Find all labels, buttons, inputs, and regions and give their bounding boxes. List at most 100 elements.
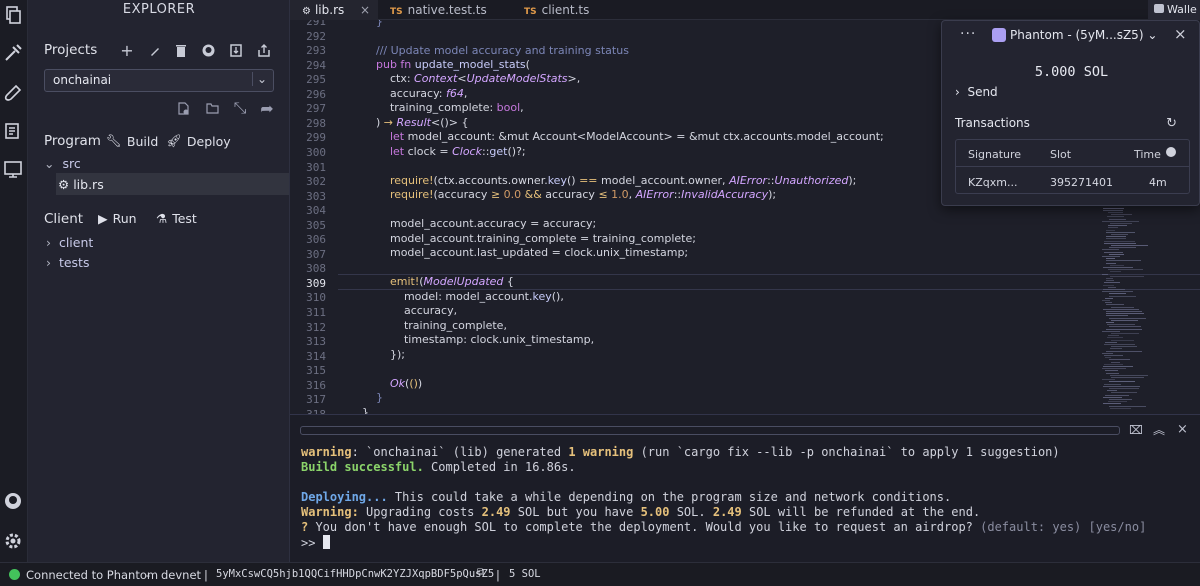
chevron-right-icon: › <box>955 85 960 99</box>
project-select[interactable]: onchainai ⌄ <box>44 69 274 92</box>
tree-folder-tests[interactable]: › tests <box>46 255 89 270</box>
tab-label: native.test.ts <box>407 3 487 17</box>
tree-folder-src[interactable]: ⌄ src <box>44 156 81 171</box>
network-label[interactable]: devnet <box>161 568 201 582</box>
line-number: 311 <box>306 306 326 319</box>
info-label: Deploying... <box>301 490 388 504</box>
deploy-button[interactable]: 🚀︎ Deploy <box>166 133 231 149</box>
code-line: timestamp: clock.unix_timestamp, <box>362 333 595 346</box>
tools-icon[interactable] <box>2 42 24 64</box>
tree-file-lib-rs[interactable]: ⚙ lib.rs <box>58 177 104 192</box>
minimap[interactable] <box>1098 190 1148 412</box>
code-line: let model_account: &mut Account<ModelAcc… <box>389 130 884 143</box>
chevron-right-icon: › <box>46 255 51 270</box>
terminal-hint: (default: yes) [yes/no] <box>980 520 1147 534</box>
code-line: } <box>376 20 383 28</box>
minimap-line <box>1111 346 1137 348</box>
delete-icon[interactable] <box>174 43 188 57</box>
line-number: 294 <box>306 58 326 72</box>
warning-label: warning <box>301 445 352 459</box>
minimap-line <box>1106 311 1142 312</box>
minimap-line <box>1110 374 1148 376</box>
tutorials-icon[interactable] <box>2 120 24 142</box>
close-icon[interactable]: × <box>360 3 370 17</box>
terminal-panel[interactable]: ⌧ ︽ × warning: `onchainai` (lib) generat… <box>290 414 1200 562</box>
minimap-line <box>1102 291 1133 293</box>
minimap-line <box>1109 218 1126 220</box>
line-number: 300 <box>306 145 326 159</box>
minimap-line <box>1103 289 1125 290</box>
tab-client-ts[interactable]: TS client.ts <box>512 0 632 20</box>
build-label: Build <box>126 133 159 149</box>
run-button[interactable]: ▶ Run <box>98 211 137 226</box>
tab-lib-rs[interactable]: ⚙ lib.rs × <box>290 0 378 20</box>
minimap-line <box>1104 282 1120 284</box>
terminal-text: : `onchainai` (lib) generated <box>351 445 569 459</box>
external-link-icon[interactable]: ⧉ <box>477 567 484 578</box>
refresh-icon[interactable]: ↻ <box>1166 116 1177 131</box>
minimap-line <box>1107 216 1124 218</box>
wallet-address[interactable]: 5yMxCswCQ5hjb1QQCifHHDpCnwK2YZJXqpBDF5pQ… <box>216 568 494 580</box>
code-line: training_complete, <box>362 319 507 332</box>
transactions-table: Signature Slot Time KZqxm... 395271401 4… <box>955 139 1190 194</box>
build-button[interactable]: 🔧︎ Build <box>106 133 158 149</box>
terminal-input-bar[interactable] <box>300 426 1120 435</box>
terminal-line: Warning: Upgrading costs 2.49 SOL but yo… <box>301 505 980 519</box>
settings-gear-icon[interactable] <box>2 530 24 552</box>
minimap-line <box>1108 227 1118 229</box>
terminal-text: Upgrading costs <box>358 505 482 519</box>
minimap-line <box>1108 225 1127 227</box>
collapse-icon[interactable]: ⤡ <box>233 98 247 117</box>
import-icon[interactable] <box>229 43 243 57</box>
minimap-line <box>1105 370 1118 372</box>
minimap-line <box>1106 372 1119 374</box>
flask-icon: ⚗ <box>156 211 168 226</box>
minimap-line <box>1104 344 1135 345</box>
account-selector[interactable]: Phantom - (5yM...sZ5) ⌄ <box>1010 28 1157 42</box>
column-header: Slot <box>1050 148 1072 161</box>
tx-slot: 395271401 <box>1050 176 1113 189</box>
minimap-line <box>1102 352 1113 354</box>
terminal-icon[interactable] <box>2 158 24 180</box>
new-file-icon[interactable] <box>177 101 191 115</box>
terminal-line: ? You don't have enough SOL to complete … <box>301 520 1146 534</box>
add-icon[interactable]: + <box>120 41 134 60</box>
maximize-icon[interactable]: ︽ <box>1153 421 1165 438</box>
minimap-line <box>1110 271 1121 273</box>
test-button[interactable]: ⚗ Test <box>156 211 197 226</box>
terminal-prompt-line[interactable]: >> <box>301 535 330 550</box>
clear-terminal-icon[interactable]: ⌧ <box>1129 423 1143 437</box>
terminal-line: warning: `onchainai` (lib) generated 1 w… <box>301 445 1060 459</box>
connection-status[interactable]: Connected to Phantom <box>26 568 158 582</box>
minimap-line <box>1109 399 1132 400</box>
files-icon[interactable] <box>2 4 24 26</box>
github-import-icon[interactable] <box>201 43 215 57</box>
send-label: Send <box>967 85 998 99</box>
wallet-button[interactable]: Walle <box>1148 0 1200 20</box>
export-icon[interactable] <box>257 43 271 57</box>
new-folder-icon[interactable] <box>205 101 219 115</box>
tab-native-test-ts[interactable]: TS native.test.ts <box>378 0 508 20</box>
explorer-title: EXPLORER <box>122 2 196 17</box>
line-number: 313 <box>306 335 326 349</box>
tree-folder-client[interactable]: › client <box>46 235 93 250</box>
share-icon[interactable]: ➦ <box>260 99 274 118</box>
minimap-line <box>1105 394 1129 396</box>
terminal-line: Build successful. Completed in 16.86s. <box>301 460 576 474</box>
tx-signature-link[interactable]: KZqxm... <box>968 176 1017 189</box>
minimap-line <box>1106 260 1141 262</box>
close-icon[interactable]: × <box>1177 422 1188 437</box>
line-number: 298 <box>306 116 326 130</box>
send-toggle[interactable]: › Send <box>955 85 998 99</box>
rename-icon[interactable] <box>148 44 162 58</box>
minimap-line <box>1109 253 1124 255</box>
github-icon[interactable] <box>2 490 24 512</box>
minimap-line <box>1109 326 1141 328</box>
more-options-icon[interactable]: ··· <box>960 26 976 42</box>
test-tube-icon[interactable] <box>2 82 24 104</box>
minimap-line <box>1102 379 1115 381</box>
minimap-line <box>1106 350 1142 352</box>
minimap-line <box>1110 407 1131 409</box>
typescript-icon: TS <box>390 7 403 17</box>
close-icon[interactable]: × <box>1174 25 1187 43</box>
